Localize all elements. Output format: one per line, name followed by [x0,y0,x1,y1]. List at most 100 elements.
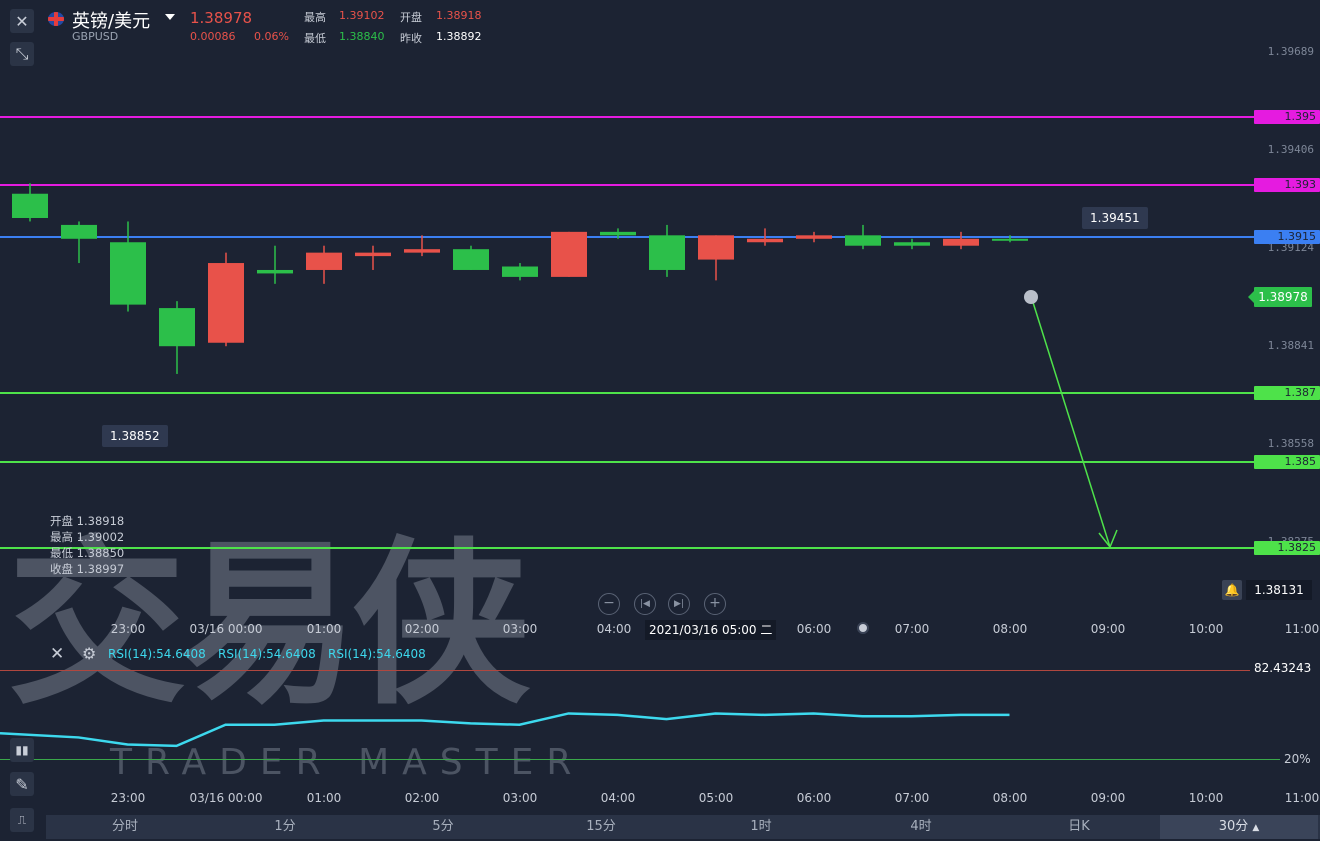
time-tick: 05:00 [698,791,734,805]
time-tick: 08:00 [992,622,1028,636]
crosshair-time: 2021/03/16 05:00 二 [645,620,777,640]
candle[interactable] [992,235,1028,243]
candle-body [404,249,440,253]
candle[interactable] [404,235,440,257]
zoom-out-icon[interactable]: − [598,593,620,615]
time-tick: 10:00 [1188,622,1224,636]
candle-body [257,269,293,274]
tab-1hour[interactable]: 1时 [682,815,840,839]
candle[interactable] [600,228,636,239]
time-tick: 23:00 [110,791,146,805]
candle[interactable] [796,231,832,243]
tab-daily[interactable]: 日K [1000,815,1158,839]
candle-body [355,252,391,257]
candle[interactable] [257,245,293,284]
period-tabs: 分时 1分 5分 15分 1时 4时 日K 30分 ▲ [46,815,1320,839]
ohlc-readout: 开盘 1.38918 最高 1.39002 最低 1.38850 收盘 1.38… [50,513,124,577]
time-tick: 01:00 [306,791,342,805]
candle[interactable] [110,221,146,312]
hline-label: 1.387 [1254,386,1320,400]
time-tick: 04:00 [596,622,632,636]
pencil-icon[interactable]: ✎ [10,772,34,796]
ohlc-row: 最低 1.38850 [50,546,125,560]
time-tick: 01:00 [306,622,342,636]
tab-15min[interactable]: 15分 [522,815,680,839]
settings-gear-icon[interactable]: ⚙ [82,644,96,663]
tab-timeshare[interactable]: 分时 [46,815,204,839]
candle[interactable] [649,224,685,277]
candle[interactable] [208,252,244,347]
price-tick: 1.38841 [1267,339,1314,352]
candle-body [110,242,146,305]
candle-body [159,308,195,347]
candle[interactable] [894,238,930,250]
candlestick-chart[interactable] [0,0,1250,620]
candle[interactable] [551,231,587,277]
candle[interactable] [943,231,979,250]
candle-body [992,238,1028,241]
rsi-label: RSI(14):54.6408 [218,647,316,661]
candle-body [845,235,881,246]
skip-forward-icon[interactable]: ▶| [668,593,690,615]
candle-body [551,231,587,277]
candle[interactable] [306,245,342,284]
time-tick: 03/16 00:00 [189,622,263,636]
rsi-label: RSI(14):54.6408 [328,647,426,661]
last-price-tag: 1.38978 [1248,287,1312,307]
time-tick: 06:00 [796,791,832,805]
tab-4hour[interactable]: 4时 [842,815,1000,839]
tab-30min[interactable]: 30分 ▲ [1160,815,1318,839]
candle-body [61,224,97,239]
tab-1min[interactable]: 1分 [206,815,364,839]
high-tooltip: 1.39451 [1082,207,1148,229]
tab-30min-label: 30分 [1218,819,1249,834]
rsi-label: RSI(14):54.6408 [108,647,206,661]
tab-5min[interactable]: 5分 [364,815,522,839]
candle[interactable] [61,221,97,264]
time-tick: 23:00 [110,622,146,636]
skip-back-icon[interactable]: |◀ [634,593,656,615]
candle[interactable] [355,245,391,270]
candle[interactable] [502,263,538,281]
price-tick: 1.38558 [1267,437,1314,450]
line-tool-icon[interactable]: ⎍ [10,808,34,832]
rsi-top-value: 82.43243 [1254,661,1312,675]
time-tick: 10:00 [1188,791,1224,805]
candle-body [747,238,783,243]
candle[interactable] [12,183,48,222]
time-tick: 02:00 [404,622,440,636]
candle-body [453,249,489,270]
price-tick: 1.39406 [1267,143,1314,156]
info-icon [1024,290,1038,304]
candle[interactable] [698,235,734,281]
rsi-line [0,712,1010,748]
hline-label: 1.385 [1254,455,1320,469]
candle-body [12,193,48,218]
rsi-close-icon[interactable]: ✕ [50,644,64,664]
projection-arrow [1030,295,1111,548]
zoom-in-icon[interactable]: + [704,593,726,615]
time-tick: 03:00 [502,791,538,805]
candle[interactable] [747,228,783,246]
candle[interactable] [845,224,881,250]
time-tick: 11:00 [1284,622,1320,636]
candle[interactable] [159,301,195,374]
time-tick: 04:00 [600,791,636,805]
time-tick: 08:00 [992,791,1028,805]
time-tick: 03/16 00:00 [189,791,263,805]
time-tick: 09:00 [1090,791,1126,805]
candle-body [600,231,636,236]
price-tick: 1.39689 [1267,45,1314,58]
candle-body [796,235,832,239]
candle-body [894,242,930,246]
candle-body [943,238,979,246]
ohlc-row: 最高 1.39002 [50,530,125,544]
candle[interactable] [453,245,489,270]
marker-dot-icon[interactable] [857,622,869,634]
low-tooltip: 1.38852 [102,425,168,447]
indicator-icon[interactable]: ▮▮ [10,738,34,762]
caret-up-icon: ▲ [1252,823,1260,833]
rsi-chart [0,712,1010,748]
candle-body [208,263,244,343]
hline-label: 1.3915 [1254,230,1320,244]
